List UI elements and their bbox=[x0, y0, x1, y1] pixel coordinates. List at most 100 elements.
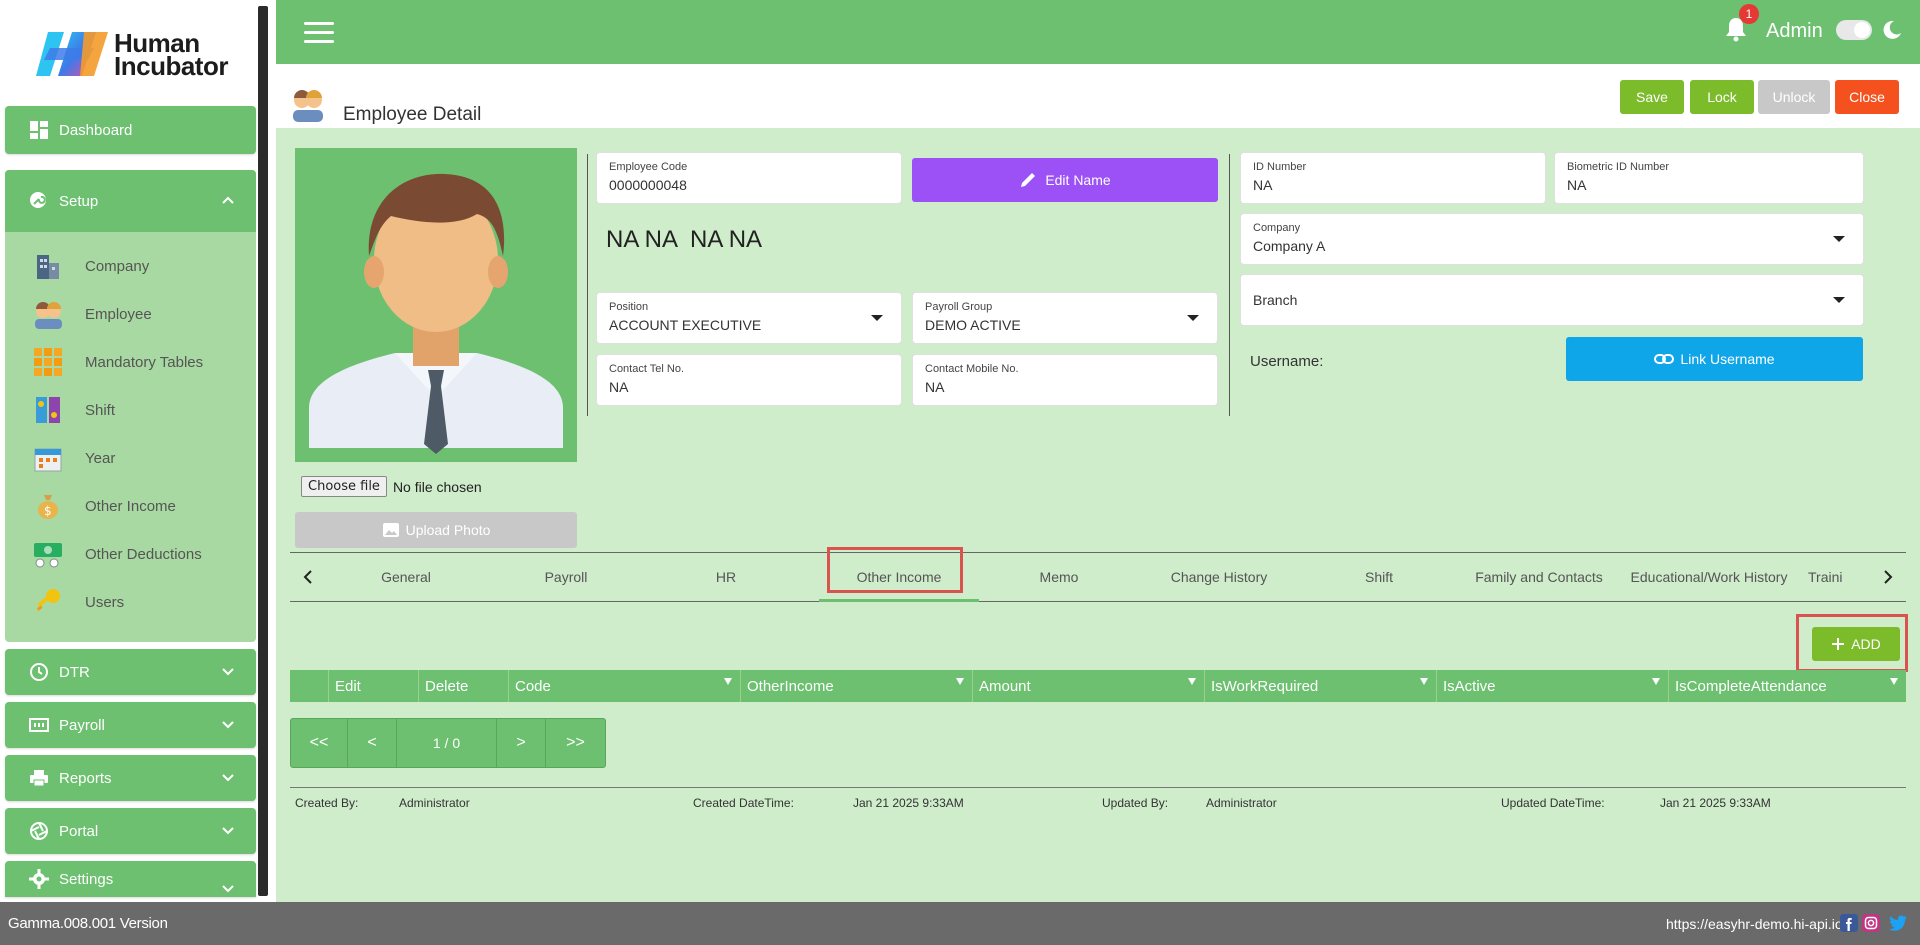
employee-code-field[interactable]: Employee Code 0000000048 bbox=[596, 152, 902, 204]
facebook-icon[interactable] bbox=[1840, 914, 1858, 932]
filter-icon[interactable] bbox=[1890, 678, 1898, 685]
sidebar-item-reports[interactable]: Reports bbox=[5, 755, 256, 801]
contact-mobile-field[interactable]: Contact Mobile No. NA bbox=[912, 354, 1218, 406]
field-placeholder: Branch bbox=[1253, 292, 1298, 308]
save-button[interactable]: Save bbox=[1620, 80, 1684, 114]
edit-name-button[interactable]: Edit Name bbox=[912, 158, 1218, 202]
top-bar: 1 Admin bbox=[276, 0, 1920, 64]
divider bbox=[1229, 154, 1230, 416]
field-value: NA bbox=[925, 379, 945, 395]
sidebar-item-label: Company bbox=[85, 257, 150, 275]
tables-icon bbox=[31, 346, 65, 378]
column-amount[interactable]: Amount bbox=[972, 670, 1204, 702]
brand-name-line2: Incubator bbox=[114, 51, 228, 81]
column-label: IsCompleteAttendance bbox=[1675, 677, 1827, 695]
shift-icon bbox=[31, 394, 65, 426]
field-label: Company bbox=[1253, 222, 1301, 234]
filter-icon[interactable] bbox=[724, 678, 732, 685]
user-name[interactable]: Admin bbox=[1766, 20, 1823, 43]
column-code[interactable]: Code bbox=[508, 670, 740, 702]
field-value: NA bbox=[1567, 177, 1587, 193]
sidebar-scrollbar[interactable] bbox=[258, 6, 268, 896]
sidebar-item-company[interactable]: Company bbox=[31, 248, 149, 284]
choose-file-button[interactable]: Choose file bbox=[301, 476, 387, 497]
twitter-icon[interactable] bbox=[1886, 914, 1908, 932]
tab-hr[interactable]: HR bbox=[646, 553, 806, 601]
filter-icon[interactable] bbox=[1188, 678, 1196, 685]
setup-submenu: Setup Company Employee Mandatory Tables bbox=[5, 170, 256, 642]
lock-button[interactable]: Lock bbox=[1690, 80, 1754, 114]
tab-shift[interactable]: Shift bbox=[1299, 553, 1459, 601]
column-is-complete-attendance[interactable]: IsCompleteAttendance bbox=[1668, 670, 1906, 702]
sidebar-item-payroll[interactable]: Payroll bbox=[5, 702, 256, 748]
company-select[interactable]: Company Company A bbox=[1240, 213, 1864, 265]
updated-by-value: Administrator bbox=[1206, 796, 1277, 810]
position-select[interactable]: Position ACCOUNT EXECUTIVE bbox=[596, 292, 902, 344]
close-button[interactable]: Close bbox=[1835, 80, 1899, 114]
tab-educational-work-history[interactable]: Educational/Work History bbox=[1619, 553, 1799, 601]
employees-icon bbox=[31, 298, 65, 330]
sidebar-item-employee[interactable]: Employee bbox=[31, 296, 152, 332]
unlock-button[interactable]: Unlock bbox=[1758, 80, 1830, 114]
column-edit[interactable]: Edit bbox=[328, 670, 418, 702]
sidebar-item-label: Other Deductions bbox=[85, 545, 202, 563]
cash-icon bbox=[31, 538, 65, 570]
last-page-button[interactable]: >> bbox=[546, 719, 605, 767]
dropdown-arrow-icon bbox=[1833, 236, 1845, 242]
column-delete[interactable]: Delete bbox=[418, 670, 508, 702]
divider bbox=[290, 787, 1906, 788]
sidebar-item-dashboard[interactable]: Dashboard bbox=[5, 106, 256, 154]
brand-logo[interactable]: Human Incubator bbox=[36, 28, 236, 84]
sidebar-item-label: Setup bbox=[59, 192, 99, 210]
sidebar-item-label: Mandatory Tables bbox=[85, 353, 204, 371]
prev-page-button[interactable]: < bbox=[348, 719, 397, 767]
filter-icon[interactable] bbox=[1420, 678, 1428, 685]
tab-memo[interactable]: Memo bbox=[979, 553, 1139, 601]
sidebar-item-other-income[interactable]: $ Other Income bbox=[31, 488, 176, 524]
sidebar-item-label: Settings bbox=[59, 870, 114, 888]
sidebar-item-shift[interactable]: Shift bbox=[31, 392, 115, 428]
instagram-icon[interactable] bbox=[1862, 914, 1880, 932]
sidebar-item-users[interactable]: Users bbox=[31, 584, 124, 620]
tab-family-contacts[interactable]: Family and Contacts bbox=[1459, 553, 1619, 601]
column-is-active[interactable]: IsActive bbox=[1436, 670, 1668, 702]
id-number-field[interactable]: ID Number NA bbox=[1240, 152, 1546, 204]
first-page-button[interactable]: << bbox=[291, 719, 348, 767]
chevron-right-icon bbox=[1884, 570, 1893, 584]
sidebar-item-other-deductions[interactable]: Other Deductions bbox=[31, 536, 202, 572]
theme-toggle[interactable] bbox=[1836, 20, 1872, 40]
menu-toggle-icon[interactable] bbox=[304, 22, 336, 44]
next-page-button[interactable]: > bbox=[497, 719, 546, 767]
link-username-button[interactable]: Link Username bbox=[1566, 337, 1863, 381]
payroll-group-select[interactable]: Payroll Group DEMO ACTIVE bbox=[912, 292, 1218, 344]
page-title: Employee Detail bbox=[343, 104, 482, 125]
filter-icon[interactable] bbox=[956, 678, 964, 685]
sidebar-item-settings[interactable]: Settings bbox=[5, 861, 256, 897]
tab-scroll-right[interactable] bbox=[1870, 553, 1906, 601]
contact-tel-field[interactable]: Contact Tel No. NA bbox=[596, 354, 902, 406]
column-other-income[interactable]: OtherIncome bbox=[740, 670, 972, 702]
site-url-link[interactable]: https://easyhr-demo.hi-api.io bbox=[1666, 916, 1843, 932]
updated-by-label: Updated By: bbox=[1102, 796, 1169, 810]
aperture-icon bbox=[29, 821, 49, 841]
tab-scroll-left[interactable] bbox=[290, 553, 326, 601]
column-is-work-required[interactable]: IsWorkRequired bbox=[1204, 670, 1436, 702]
brand-name: Human Incubator bbox=[114, 30, 228, 81]
money-icon bbox=[29, 715, 49, 735]
tab-general[interactable]: General bbox=[326, 553, 486, 601]
biometric-id-field[interactable]: Biometric ID Number NA bbox=[1554, 152, 1864, 204]
sidebar-item-portal[interactable]: Portal bbox=[5, 808, 256, 854]
upload-photo-button[interactable]: Upload Photo bbox=[295, 512, 577, 548]
file-input[interactable]: Choose file No file chosen bbox=[301, 476, 482, 497]
sidebar-item-mandatory-tables[interactable]: Mandatory Tables bbox=[31, 344, 203, 380]
sidebar-item-year[interactable]: Year bbox=[31, 440, 115, 476]
filter-icon[interactable] bbox=[1652, 678, 1660, 685]
add-button[interactable]: ADD bbox=[1812, 627, 1900, 661]
sidebar-item-setup[interactable]: Setup bbox=[5, 170, 256, 232]
sidebar-item-dtr[interactable]: DTR bbox=[5, 649, 256, 695]
tab-payroll[interactable]: Payroll bbox=[486, 553, 646, 601]
sidebar-item-label: DTR bbox=[59, 663, 90, 681]
branch-select[interactable]: Branch bbox=[1240, 274, 1864, 326]
tab-change-history[interactable]: Change History bbox=[1139, 553, 1299, 601]
tab-training[interactable]: Traini bbox=[1808, 553, 1870, 601]
